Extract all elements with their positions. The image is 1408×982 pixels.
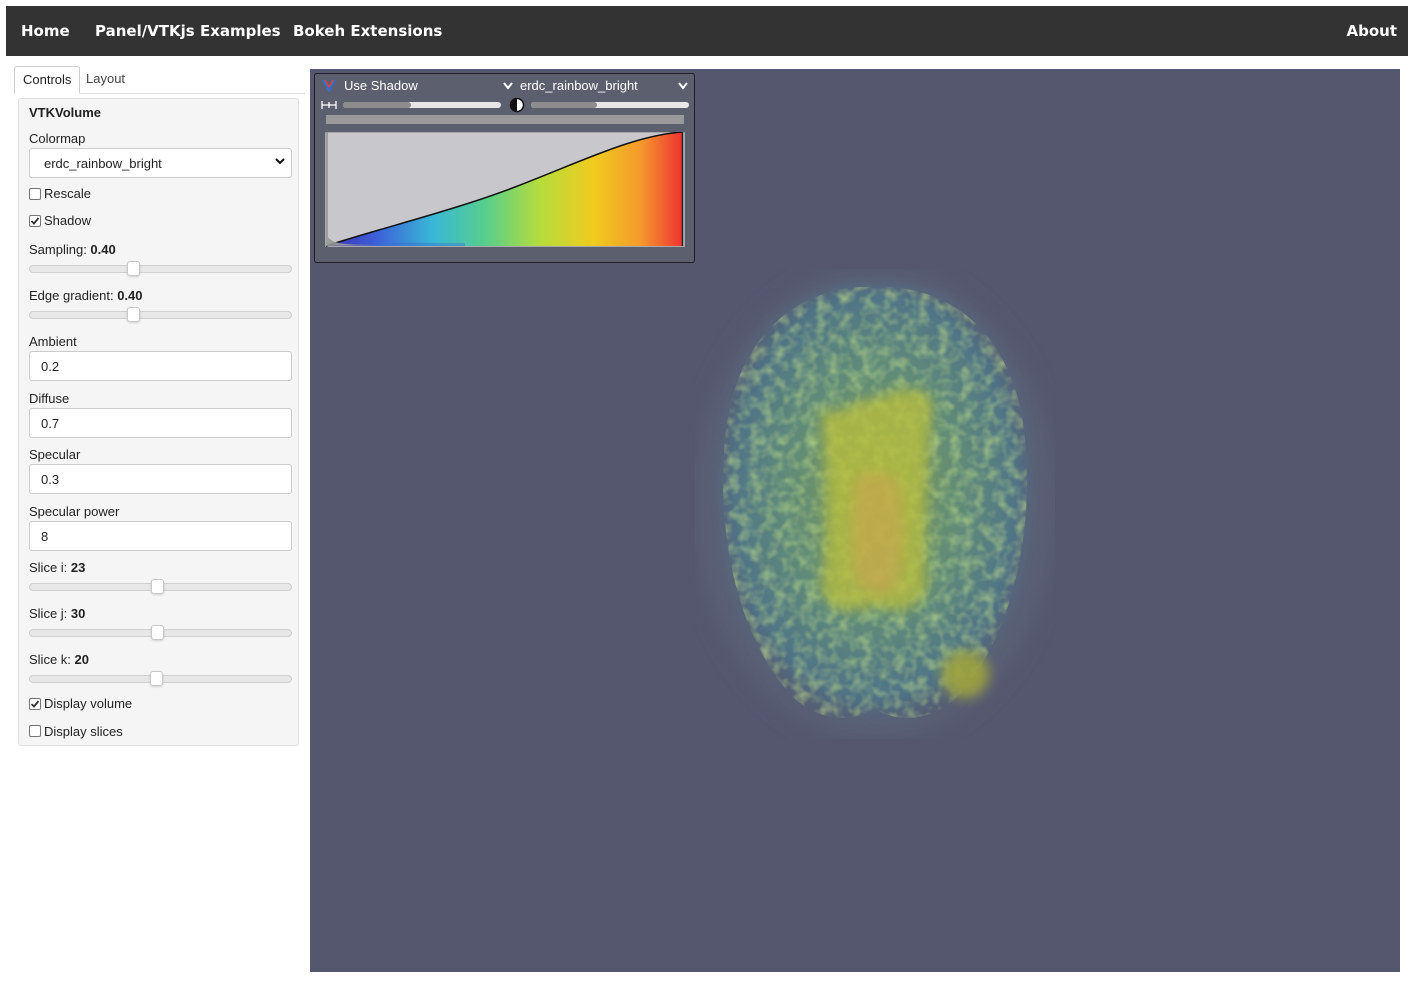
edge-gradient-label: Edge gradient: 0.40 [29, 288, 143, 303]
specular-input-value: 0.3 [41, 472, 60, 487]
panel-title: VTKVolume [29, 105, 101, 120]
ambient-input[interactable]: 0.2 [29, 351, 292, 381]
nav-about-link[interactable]: About [1346, 6, 1397, 56]
contrast-icon [509, 97, 525, 113]
shadow-label: Shadow [44, 213, 91, 228]
specular-power-label: Specular power [29, 504, 120, 519]
specular-label: Specular [29, 447, 81, 462]
slice-j-value: 30 [70, 606, 86, 621]
sampling-label: Sampling: 0.40 [29, 242, 116, 257]
display-volume-label: Display volume [44, 696, 133, 711]
rescale-checkbox[interactable] [29, 188, 41, 200]
sampling-slider-handle[interactable] [127, 261, 140, 276]
slice-j-label-text: Slice j: [29, 606, 71, 621]
colormap-label: Colormap [29, 131, 86, 146]
transfer-function-widget: Use Shadow erdc_rainbow_bright [314, 73, 695, 263]
sampling-slider[interactable] [29, 265, 292, 273]
edge-gradient-value: 0.40 [117, 288, 143, 303]
nav-examples-link[interactable]: Panel/VTKjs Examples [95, 6, 281, 56]
shadow-mode-select[interactable]: Use Shadow [344, 78, 418, 93]
slice-i-value: 23 [70, 560, 86, 575]
shadow-checkbox[interactable] [29, 215, 41, 227]
edge-gradient-slider-handle[interactable] [127, 307, 140, 322]
rescale-label: Rescale [44, 186, 91, 201]
colormap-select[interactable]: erdc_rainbow_bright [29, 148, 292, 178]
checkmark-icon [30, 700, 40, 708]
specular-power-input-value: 8 [41, 529, 49, 544]
sampling-value: 0.40 [90, 242, 116, 257]
checkmark-icon [30, 217, 40, 225]
specular-input[interactable]: 0.3 [29, 464, 292, 494]
slice-k-slider-handle[interactable] [150, 671, 163, 686]
colormap-range-bar[interactable] [326, 115, 684, 124]
ambient-input-value: 0.2 [41, 359, 60, 374]
diffuse-input[interactable]: 0.7 [29, 408, 292, 438]
navbar: Home Panel/VTKjs Examples Bokeh Extensio… [6, 6, 1408, 56]
slice-k-label: Slice k: 20 [29, 652, 89, 667]
edge-gradient-label-text: Edge gradient: [29, 288, 118, 303]
tab-layout[interactable]: Layout [78, 66, 133, 92]
slice-i-label: Slice i: 23 [29, 560, 85, 575]
overlay-colormap-select[interactable]: erdc_rainbow_bright [520, 78, 638, 93]
slice-i-label-text: Slice i: [29, 560, 71, 575]
ambient-label: Ambient [29, 334, 77, 349]
chevron-down-icon [678, 82, 688, 90]
tab-bar: Controls Layout [14, 66, 305, 94]
chevron-down-icon [503, 82, 513, 90]
slice-i-slider-handle[interactable] [151, 579, 164, 594]
vtk-viewport[interactable]: Use Shadow erdc_rainbow_bright [310, 69, 1400, 972]
display-slices-checkbox[interactable] [29, 725, 41, 737]
slice-j-slider-handle[interactable] [151, 625, 164, 640]
display-slices-label: Display slices [44, 724, 123, 739]
sampling-label-text: Sampling: [29, 242, 91, 257]
spacing-slider-fill [343, 102, 411, 108]
tab-controls[interactable]: Controls [14, 66, 81, 94]
spacing-icon [321, 101, 337, 109]
diffuse-input-value: 0.7 [41, 416, 60, 431]
slice-k-value: 20 [74, 652, 89, 667]
edge-gradient-slider[interactable] [29, 311, 292, 319]
chevron-down-icon [275, 158, 285, 165]
specular-power-input[interactable]: 8 [29, 521, 292, 551]
opacity-transfer-function-editor[interactable] [325, 132, 685, 247]
slice-k-label-text: Slice k: [29, 652, 75, 667]
display-volume-checkbox[interactable] [29, 698, 41, 710]
opacity-slider-fill [531, 102, 597, 108]
nav-home-link[interactable]: Home [21, 6, 70, 56]
nav-bokeh-link[interactable]: Bokeh Extensions [293, 6, 442, 56]
colormap-select-value: erdc_rainbow_bright [44, 156, 162, 171]
diffuse-label: Diffuse [29, 391, 70, 406]
controls-panel: VTKVolume Colormap erdc_rainbow_bright R… [18, 98, 299, 746]
slice-j-label: Slice j: 30 [29, 606, 85, 621]
vtk-logo-icon [322, 79, 336, 92]
brain-volume-render [695, 269, 1055, 739]
